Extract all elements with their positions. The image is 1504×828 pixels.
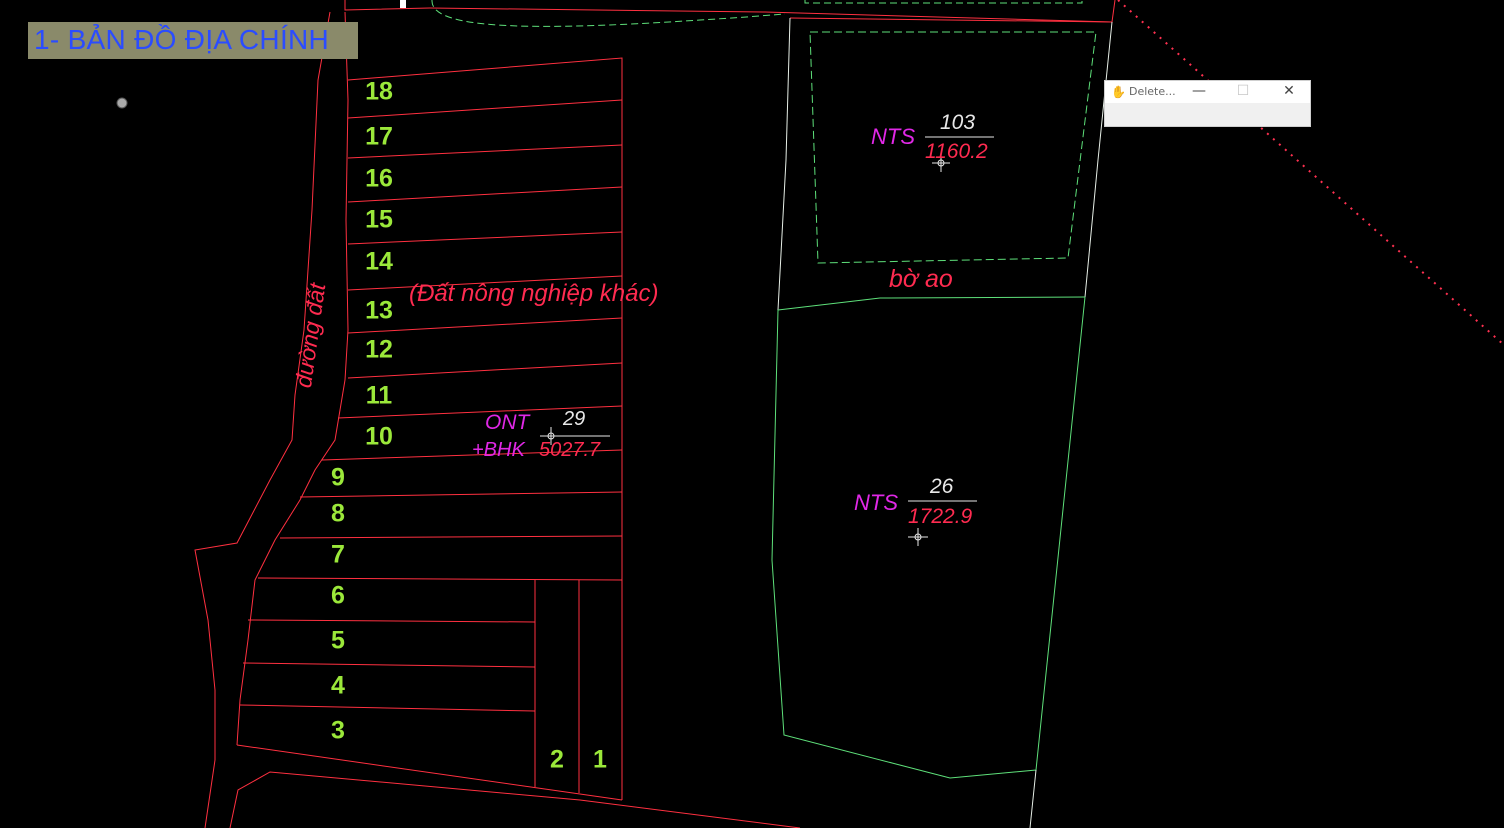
lot-number: 3: [331, 716, 345, 745]
lot-divider: [279, 535, 623, 539]
map-title-box: 1- BẢN ĐỒ ĐỊA CHÍNH: [28, 22, 358, 59]
lot-number: 10: [365, 422, 393, 451]
parcel-type-secondary: +BHK: [472, 439, 525, 461]
lot-number: 2: [550, 745, 564, 774]
lot-number: 12: [365, 335, 393, 364]
pond-outer-right: [1084, 21, 1113, 298]
lot-number: 8: [331, 499, 345, 528]
parcel-26-outline: [771, 296, 1086, 779]
point-markers: [542, 154, 950, 546]
parcel-type: NTS: [871, 124, 915, 149]
crosshair-icon: [908, 528, 928, 546]
top-green-edge: [804, 0, 1083, 4]
lot-number: 1: [593, 745, 607, 774]
parcel-boundaries: [194, 0, 1116, 828]
lot-number: 17: [365, 122, 393, 151]
lower-road: [229, 771, 801, 828]
minimize-button[interactable]: —: [1185, 83, 1213, 99]
lot-number: 16: [365, 164, 393, 193]
land-use-label: (Đất nông nghiệp khác): [409, 280, 659, 307]
pond-boundaries: [431, 0, 1113, 828]
maximize-button[interactable]: ☐: [1229, 83, 1257, 99]
parcel-number: 103: [940, 111, 976, 134]
lot-number: 9: [331, 463, 345, 492]
lot-number: 5: [331, 626, 345, 655]
point-dot: [116, 97, 128, 109]
lot-block-bottom: [236, 744, 623, 801]
close-button[interactable]: ✕: [1275, 83, 1303, 99]
lot-divider: [257, 577, 623, 581]
lot-number: 7: [331, 540, 345, 569]
lot-number: 4: [331, 671, 345, 700]
lot-number: 11: [365, 381, 393, 410]
dotted-boundary: [1117, 0, 1504, 346]
parcel-area: 1722.9: [908, 505, 973, 528]
hand-icon: ✋: [1111, 85, 1126, 99]
lot-divider: [242, 662, 536, 668]
top-tick-mark: [400, 0, 406, 8]
pond-outer-left: [777, 17, 791, 311]
dialog-titlebar[interactable]: ✋ Delete... — ☐ ✕: [1105, 81, 1310, 103]
parcel-top-line: [789, 17, 1113, 23]
parcel-type: ONT: [485, 411, 530, 434]
pond-bank-line: [777, 296, 1086, 311]
lot-number: 6: [331, 581, 345, 610]
parcel-26-lower-edge: [1029, 769, 1037, 828]
lot-divider: [299, 491, 623, 498]
parcel-area: 1160.2: [925, 140, 988, 163]
parcel-type: NTS: [854, 490, 898, 515]
parcel-area: 5027.7: [539, 439, 601, 461]
parcel-number: 29: [563, 408, 586, 430]
pond-bank-label: bờ ao: [889, 265, 953, 293]
delete-dialog[interactable]: ✋ Delete... — ☐ ✕: [1104, 80, 1311, 127]
lot-number: 13: [365, 296, 393, 325]
lot-number: 18: [365, 77, 393, 106]
lot-divider: [247, 619, 536, 623]
top-green-curve: [431, 0, 786, 27]
dialog-title: Delete...: [1129, 85, 1176, 98]
lot-number: 14: [365, 247, 393, 276]
lot-divider: [347, 362, 623, 379]
parcel-number: 26: [930, 475, 954, 498]
top-boundary: [344, 0, 431, 11]
lot-divider: [239, 704, 536, 712]
map-title: 1- BẢN ĐỒ ĐỊA CHÍNH: [34, 24, 330, 55]
lot-number: 15: [365, 205, 393, 234]
